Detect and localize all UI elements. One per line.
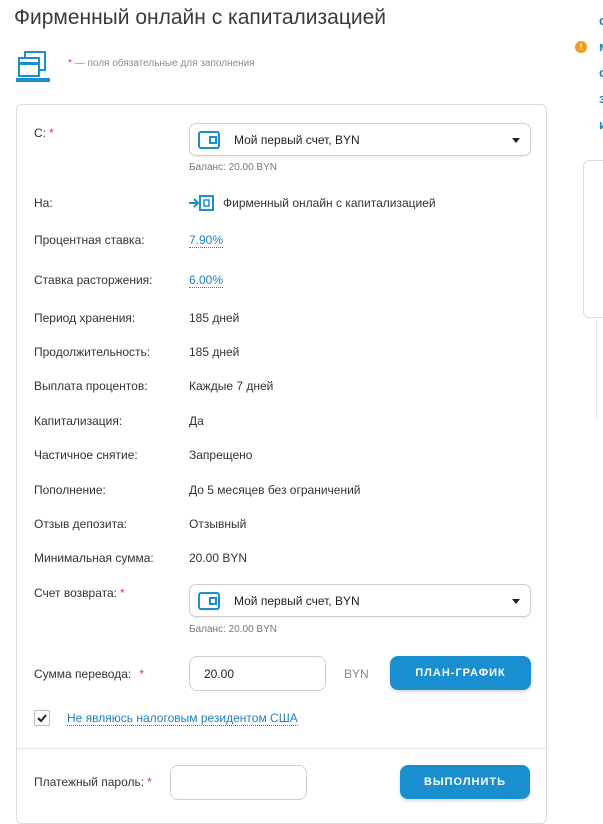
partial-withdrawal-label: Частичное снятие: (34, 448, 138, 462)
submit-button[interactable]: ВЫПОЛНИТЬ (400, 765, 530, 799)
termination-rate-value[interactable]: 6.00% (189, 273, 224, 288)
duration-value: 185 дней (189, 345, 240, 359)
tax-resident-checkbox[interactable] (34, 710, 50, 726)
amount-input[interactable] (189, 656, 326, 691)
warning-icon: ! (575, 41, 587, 53)
storage-period-label: Период хранения: (34, 311, 136, 325)
partial-withdrawal-value: Запрещено (189, 448, 253, 462)
capitalization-label: Капитализация: (34, 414, 123, 428)
chevron-down-icon (512, 599, 520, 604)
from-balance: Баланс: 20.00 BYN (189, 162, 277, 173)
from-account-select[interactable]: Мой первый счет, BYN (189, 123, 531, 156)
to-value: Фирменный онлайн с капитализацией (223, 196, 436, 210)
amount-label: Сумма перевода: * (34, 667, 144, 681)
page-title: Фирменный онлайн с капитализацией (14, 6, 387, 29)
side-link[interactable]: с (599, 13, 603, 28)
deposit-transfer-icon (189, 195, 214, 211)
account-icon (198, 131, 220, 149)
capitalization-value: Да (189, 414, 204, 428)
amount-currency: BYN (344, 667, 369, 681)
required-fields-note: * — поля обязательные для заполнения (68, 58, 255, 69)
password-label: Платежный пароль: * (34, 775, 152, 789)
cards-icon (16, 51, 50, 82)
minimum-amount-value: 20.00 BYN (189, 551, 248, 565)
return-account-select[interactable]: Мой первый счет, BYN (189, 584, 531, 617)
interest-rate-value[interactable]: 7.90% (189, 233, 224, 248)
checkmark-icon (37, 714, 47, 723)
side-link[interactable]: м (599, 39, 603, 54)
payment-password-input[interactable] (170, 765, 307, 800)
minimum-amount-label: Минимальная сумма: (34, 551, 154, 565)
revocation-label: Отзыв депозита: (34, 517, 127, 531)
side-link[interactable]: и (599, 117, 603, 132)
side-link[interactable]: с (599, 65, 603, 80)
from-label: С: * (34, 126, 54, 140)
form-divider (17, 748, 546, 749)
return-balance: Баланс: 20.00 BYN (189, 624, 277, 635)
tax-resident-label[interactable]: Не являюсь налоговым резидентом США (67, 711, 298, 726)
transfer-form: С: * Мой первый счет, BYN Баланс: 20.00 B… (16, 104, 547, 824)
interest-payment-label: Выплата процентов: (34, 379, 148, 393)
return-account-label: Счет возврата: * (34, 586, 125, 600)
termination-rate-label: Ставка расторжения: (34, 273, 153, 287)
side-link[interactable]: з (599, 91, 603, 106)
interest-payment-value: Каждые 7 дней (189, 379, 274, 393)
account-icon (198, 592, 220, 610)
replenishment-label: Пополнение: (34, 483, 106, 497)
chevron-down-icon (512, 138, 520, 143)
schedule-button[interactable]: ПЛАН-ГРАФИК (390, 656, 531, 690)
from-account-value: Мой первый счет, BYN (234, 133, 360, 147)
storage-period-value: 185 дней (189, 311, 240, 325)
replenishment-value: До 5 месяцев без ограничений (189, 483, 361, 497)
revocation-value: Отзывный (189, 517, 247, 531)
interest-rate-label: Процентная ставка: (34, 233, 145, 247)
side-divider (596, 320, 597, 420)
side-info-card (583, 160, 603, 318)
duration-label: Продолжительность: (34, 345, 151, 359)
to-label: На: (34, 196, 53, 210)
return-account-value: Мой первый счет, BYN (234, 594, 360, 608)
